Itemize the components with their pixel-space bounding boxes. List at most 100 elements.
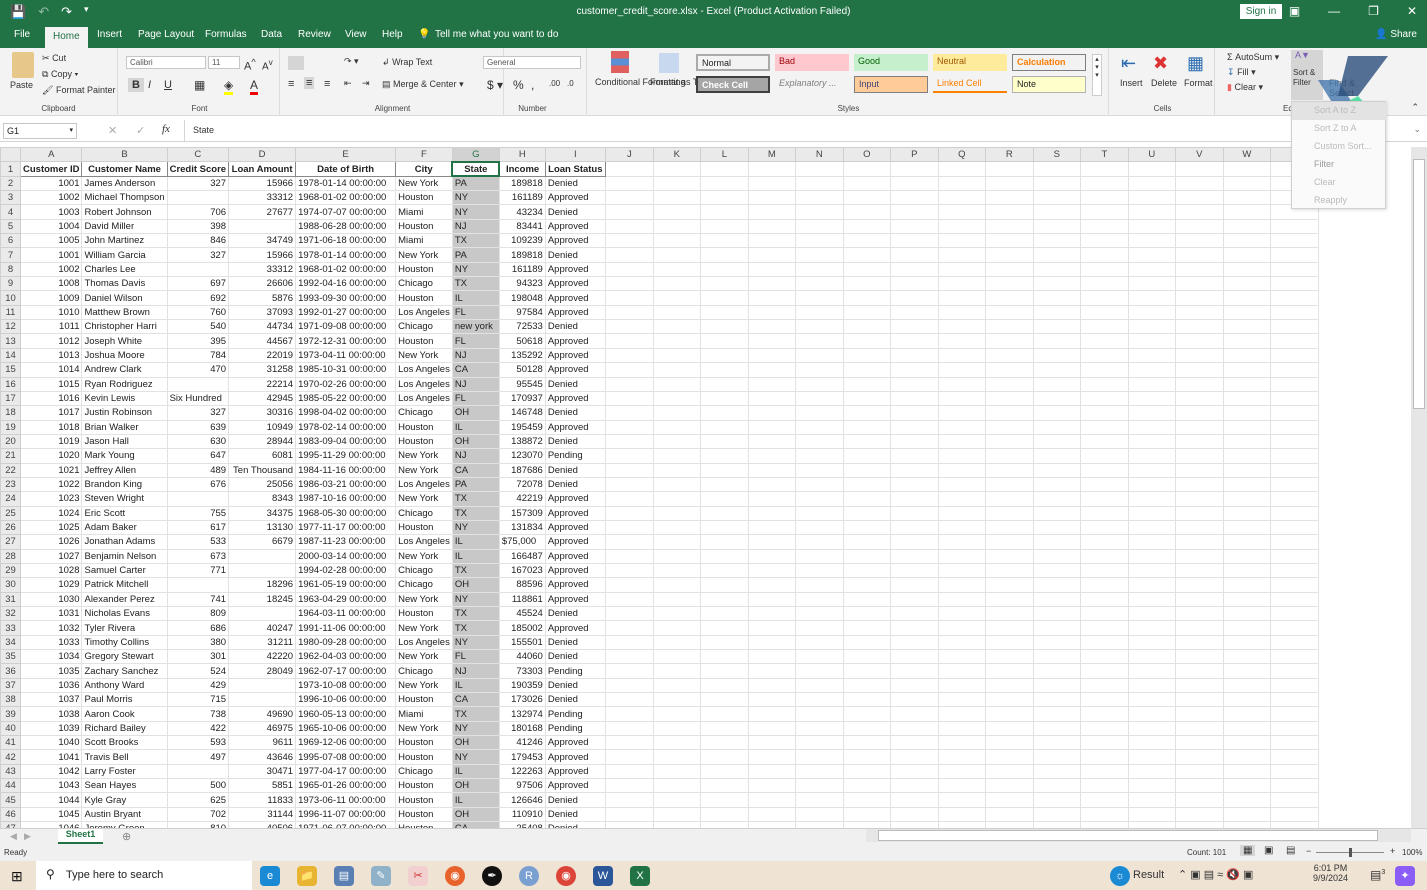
empty-cell[interactable] (1222, 204, 1271, 220)
cell[interactable]: 2000-03-14 00:00:00 (295, 548, 397, 564)
cell[interactable]: Approved (544, 562, 606, 579)
empty-cell[interactable] (984, 218, 1034, 235)
cell[interactable]: Chicago (395, 319, 453, 335)
empty-cell[interactable] (652, 276, 701, 292)
cell[interactable]: NY (451, 634, 500, 651)
empty-cell[interactable] (699, 634, 749, 651)
empty-cell[interactable] (1032, 491, 1081, 507)
cell[interactable]: 161189 (498, 190, 546, 206)
empty-cell[interactable] (1032, 276, 1081, 292)
cell[interactable]: 1985-05-22 00:00:00 (295, 390, 397, 407)
empty-cell[interactable] (794, 333, 844, 349)
cell[interactable]: OH (451, 405, 500, 421)
insert-button[interactable]: Insert (1120, 78, 1143, 88)
cell[interactable]: CA (451, 362, 500, 378)
empty-cell[interactable] (1127, 562, 1176, 579)
empty-cell[interactable] (1222, 778, 1271, 794)
cell[interactable]: 170937 (498, 390, 546, 407)
empty-cell[interactable] (889, 735, 939, 751)
empty-cell[interactable] (1079, 749, 1129, 765)
row-header[interactable]: 10 (0, 290, 21, 306)
cell[interactable]: 1045 (19, 806, 83, 823)
cell[interactable]: 1029 (19, 577, 83, 593)
empty-cell[interactable] (1079, 204, 1129, 220)
cell[interactable]: 630 (166, 433, 230, 450)
empty-cell[interactable] (937, 347, 986, 364)
empty-cell[interactable] (699, 720, 749, 737)
empty-cell[interactable] (984, 376, 1034, 392)
cell[interactable]: New York (395, 591, 453, 608)
empty-cell[interactable] (794, 735, 844, 751)
cell[interactable]: Andrew Clark (81, 362, 168, 378)
empty-cell[interactable] (747, 792, 796, 808)
empty-cell[interactable] (889, 333, 939, 349)
shrink-font-button[interactable]: Av (262, 57, 273, 72)
empty-cell[interactable] (1222, 591, 1271, 608)
cell[interactable]: 1017 (19, 405, 83, 421)
empty-cell[interactable] (842, 778, 891, 794)
empty-cell[interactable] (747, 390, 796, 407)
minimize-button[interactable]: — (1328, 4, 1340, 18)
row-header[interactable]: 14 (0, 347, 21, 364)
empty-cell[interactable] (984, 692, 1034, 708)
empty-cell[interactable] (1079, 706, 1129, 722)
empty-cell[interactable] (652, 677, 701, 694)
windows-start-icon[interactable]: ⊞ (11, 868, 23, 885)
empty-cell[interactable] (1127, 577, 1176, 593)
empty-cell[interactable] (747, 763, 796, 780)
empty-cell[interactable] (937, 692, 986, 708)
empty-cell[interactable] (1127, 190, 1176, 206)
cell[interactable]: 146748 (498, 405, 546, 421)
empty-cell[interactable] (889, 677, 939, 694)
cell[interactable]: NY (451, 519, 500, 536)
empty-cell[interactable] (652, 548, 701, 564)
empty-cell[interactable] (889, 362, 939, 378)
cell[interactable]: 30471 (228, 763, 297, 780)
empty-cell[interactable] (889, 204, 939, 220)
cell[interactable]: Approved (544, 534, 606, 550)
empty-cell[interactable] (984, 261, 1034, 278)
empty-cell[interactable] (937, 548, 986, 564)
empty-cell[interactable] (1079, 304, 1129, 321)
cell[interactable]: 1040 (19, 735, 83, 751)
empty-cell[interactable] (747, 276, 796, 292)
empty-cell[interactable] (604, 390, 654, 407)
empty-cell[interactable] (1127, 763, 1176, 780)
empty-cell[interactable] (1269, 806, 1319, 823)
empty-cell[interactable] (652, 347, 701, 364)
empty-cell[interactable] (984, 534, 1034, 550)
row-header[interactable]: 2 (0, 175, 21, 192)
cell[interactable]: Houston (395, 419, 453, 435)
empty-cell[interactable] (1127, 290, 1176, 306)
empty-cell[interactable] (699, 290, 749, 306)
empty-cell[interactable] (1174, 534, 1224, 550)
cell[interactable]: Scott Brooks (81, 735, 168, 751)
cell[interactable]: 540 (166, 319, 230, 335)
empty-cell[interactable] (1174, 476, 1224, 493)
empty-cell[interactable] (652, 605, 701, 622)
empty-cell[interactable] (842, 319, 891, 335)
cell[interactable]: 26606 (228, 276, 297, 292)
empty-cell[interactable] (652, 663, 701, 679)
row-header[interactable]: 40 (0, 720, 21, 737)
empty-cell[interactable] (794, 663, 844, 679)
empty-cell[interactable] (842, 763, 891, 780)
cell[interactable]: 118861 (498, 591, 546, 608)
copy-button[interactable]: ⧉ Copy ▾ (42, 69, 78, 80)
empty-cell[interactable] (937, 462, 986, 478)
empty-cell[interactable] (1269, 778, 1319, 794)
cell[interactable]: 189818 (498, 175, 546, 192)
empty-cell[interactable] (794, 806, 844, 823)
horizontal-scrollbar[interactable] (866, 829, 1411, 842)
cell[interactable]: 1009 (19, 290, 83, 306)
empty-cell[interactable] (1174, 276, 1224, 292)
taskbar-search[interactable]: ⚲ Type here to search (36, 861, 252, 890)
empty-cell[interactable] (1174, 792, 1224, 808)
empty-cell[interactable] (1079, 519, 1129, 536)
cell[interactable]: Approved (544, 290, 606, 306)
cell[interactable]: 524 (166, 663, 230, 679)
empty-cell[interactable] (1269, 692, 1319, 708)
row-header[interactable]: 46 (0, 806, 21, 823)
tab-home[interactable]: Home (45, 27, 88, 48)
cell[interactable]: David Miller (81, 218, 168, 235)
